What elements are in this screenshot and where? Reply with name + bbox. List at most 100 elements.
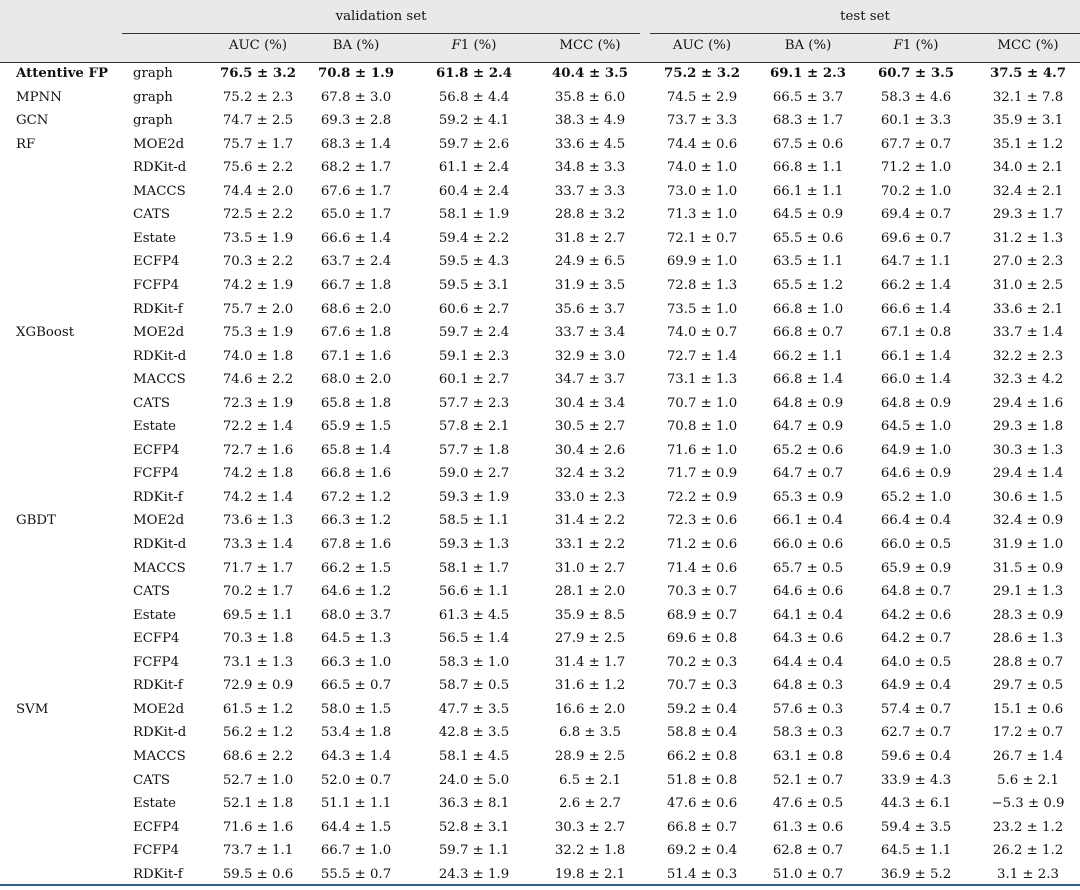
metric-cell: 29.4 ± 1.6 (992, 395, 1064, 411)
metric-cell: 26.2 ± 1.2 (992, 843, 1064, 859)
metric-cell: 57.8 ± 2.1 (438, 419, 510, 435)
metric-cell: 29.4 ± 1.4 (992, 466, 1064, 482)
metric-cell: 56.6 ± 1.1 (438, 584, 510, 600)
metric-cell: 6.5 ± 2.1 (559, 772, 621, 788)
metric-cell: 66.8 ± 0.7 (772, 325, 844, 341)
metric-cell: 52.8 ± 3.1 (438, 819, 510, 835)
metric-cell: 73.1 ± 1.3 (666, 372, 738, 388)
feature-name: MOE2d (133, 701, 185, 717)
metric-cell: 27.9 ± 2.5 (554, 631, 626, 647)
metric-cell: 71.7 ± 0.9 (666, 466, 738, 482)
table-bottom-rule (0, 884, 1080, 886)
metric-cell: 63.1 ± 0.8 (772, 748, 844, 764)
metric-cell: 64.8 ± 0.7 (880, 584, 952, 600)
metric-cell: 47.7 ± 3.5 (438, 701, 510, 717)
metric-cell: 61.8 ± 2.4 (436, 66, 512, 81)
feature-name: ECFP4 (133, 254, 180, 270)
metric-cell: 74.5 ± 2.9 (666, 89, 738, 105)
metric-cell: 33.0 ± 2.3 (554, 489, 626, 505)
metric-cell: 70.7 ± 0.3 (666, 678, 738, 694)
metric-cell: 66.3 ± 1.2 (320, 513, 392, 529)
metric-cell: 30.4 ± 3.4 (554, 395, 626, 411)
metric-cell: 59.2 ± 0.4 (666, 701, 738, 717)
metric-cell: 59.7 ± 1.1 (438, 843, 510, 859)
metric-cell: 28.3 ± 0.9 (992, 607, 1064, 623)
metric-cell: 66.8 ± 1.0 (772, 301, 844, 317)
model-name: SVM (16, 701, 49, 717)
metric-cell: 66.2 ± 1.4 (880, 277, 952, 293)
metric-cell: 73.7 ± 3.3 (666, 113, 738, 129)
metric-cell: 65.8 ± 1.8 (320, 395, 392, 411)
metric-cell: 32.4 ± 3.2 (554, 466, 626, 482)
metric-cell: 3.1 ± 2.3 (997, 866, 1059, 882)
metric-cell: 60.4 ± 2.4 (438, 183, 510, 199)
metric-cell: 64.9 ± 1.0 (880, 442, 952, 458)
metric-cell: 64.6 ± 0.9 (880, 466, 952, 482)
metric-cell: 69.4 ± 0.7 (880, 207, 952, 223)
metric-cell: 65.2 ± 1.0 (880, 489, 952, 505)
metric-cell: 64.8 ± 0.3 (772, 678, 844, 694)
metric-cell: 35.6 ± 3.7 (554, 301, 626, 317)
metric-cell: 64.9 ± 0.4 (880, 678, 952, 694)
metric-cell: 32.4 ± 2.1 (992, 183, 1064, 199)
metric-cell: 30.6 ± 1.5 (992, 489, 1064, 505)
metric-cell: 59.7 ± 2.6 (438, 136, 510, 152)
feature-name: RDKit-d (133, 725, 187, 741)
metric-cell: 47.6 ± 0.6 (666, 796, 738, 812)
metric-cell: 64.4 ± 1.5 (320, 819, 392, 835)
metric-cell: 64.7 ± 0.9 (772, 419, 844, 435)
metric-cell: 68.3 ± 1.7 (772, 113, 844, 129)
metric-cell: 71.3 ± 1.0 (666, 207, 738, 223)
metric-cell: 66.0 ± 1.4 (880, 372, 952, 388)
metric-cell: 66.6 ± 1.4 (880, 301, 952, 317)
feature-name: Estate (133, 607, 177, 623)
metric-cell: 63.5 ± 1.1 (772, 254, 844, 270)
metric-cell: 33.6 ± 2.1 (992, 301, 1064, 317)
metric-cell: 30.5 ± 2.7 (554, 419, 626, 435)
feature-name: Estate (133, 230, 177, 246)
feature-name: MACCS (133, 748, 186, 764)
metric-cell: 28.8 ± 0.7 (992, 654, 1064, 670)
group-rule-validation (122, 33, 640, 34)
metric-cell: 32.2 ± 2.3 (992, 348, 1064, 364)
metric-cell: 30.3 ± 2.7 (554, 819, 626, 835)
metric-cell: 31.6 ± 1.2 (554, 678, 626, 694)
model-name: XGBoost (16, 325, 75, 341)
model-name: Attentive FP (16, 66, 108, 81)
model-name: RF (16, 136, 36, 152)
metric-cell: 69.3 ± 2.8 (320, 113, 392, 129)
metric-cell: 66.5 ± 0.7 (320, 678, 392, 694)
metric-cell: 61.3 ± 4.5 (438, 607, 510, 623)
metric-cell: 24.9 ± 6.5 (554, 254, 626, 270)
metric-cell: 59.1 ± 2.3 (438, 348, 510, 364)
metric-cell: 64.5 ± 1.0 (880, 419, 952, 435)
feature-name: RDKit-d (133, 160, 187, 176)
metric-cell: 60.1 ± 3.3 (880, 113, 952, 129)
metric-cell: 6.8 ± 3.5 (559, 725, 621, 741)
metric-cell: 32.2 ± 1.8 (554, 843, 626, 859)
metric-cell: 72.1 ± 0.7 (666, 230, 738, 246)
metric-cell: 62.8 ± 0.7 (772, 843, 844, 859)
metric-cell: 33.1 ± 2.2 (554, 537, 626, 552)
feature-name: graph (133, 66, 173, 81)
metric-cell: 59.4 ± 3.5 (880, 819, 952, 835)
metric-cell: 72.7 ± 1.4 (666, 348, 738, 364)
metric-cell: 33.7 ± 3.3 (554, 183, 626, 199)
metric-cell: 31.5 ± 0.9 (992, 560, 1064, 576)
metric-cell: 65.5 ± 0.6 (772, 230, 844, 246)
feature-name: graph (133, 113, 173, 129)
metric-cell: 32.9 ± 3.0 (554, 348, 626, 364)
metric-cell: 30.3 ± 1.3 (992, 442, 1064, 458)
metric-cell: 64.3 ± 0.6 (772, 631, 844, 647)
metric-cell: 29.3 ± 1.7 (992, 207, 1064, 223)
metric-cell: 51.8 ± 0.8 (666, 772, 738, 788)
feature-name: ECFP4 (133, 442, 180, 458)
metric-cell: 29.1 ± 1.3 (992, 584, 1064, 600)
metric-cell: 66.2 ± 1.5 (320, 560, 392, 576)
metric-cell: 71.2 ± 0.6 (666, 537, 738, 552)
feature-name: RDKit-f (133, 489, 183, 505)
metric-cell: 64.0 ± 0.5 (880, 654, 952, 670)
metric-cell: 59.2 ± 4.1 (438, 113, 510, 129)
metric-cell: 68.9 ± 0.7 (666, 607, 738, 623)
metric-cell: 58.3 ± 0.3 (772, 725, 844, 741)
